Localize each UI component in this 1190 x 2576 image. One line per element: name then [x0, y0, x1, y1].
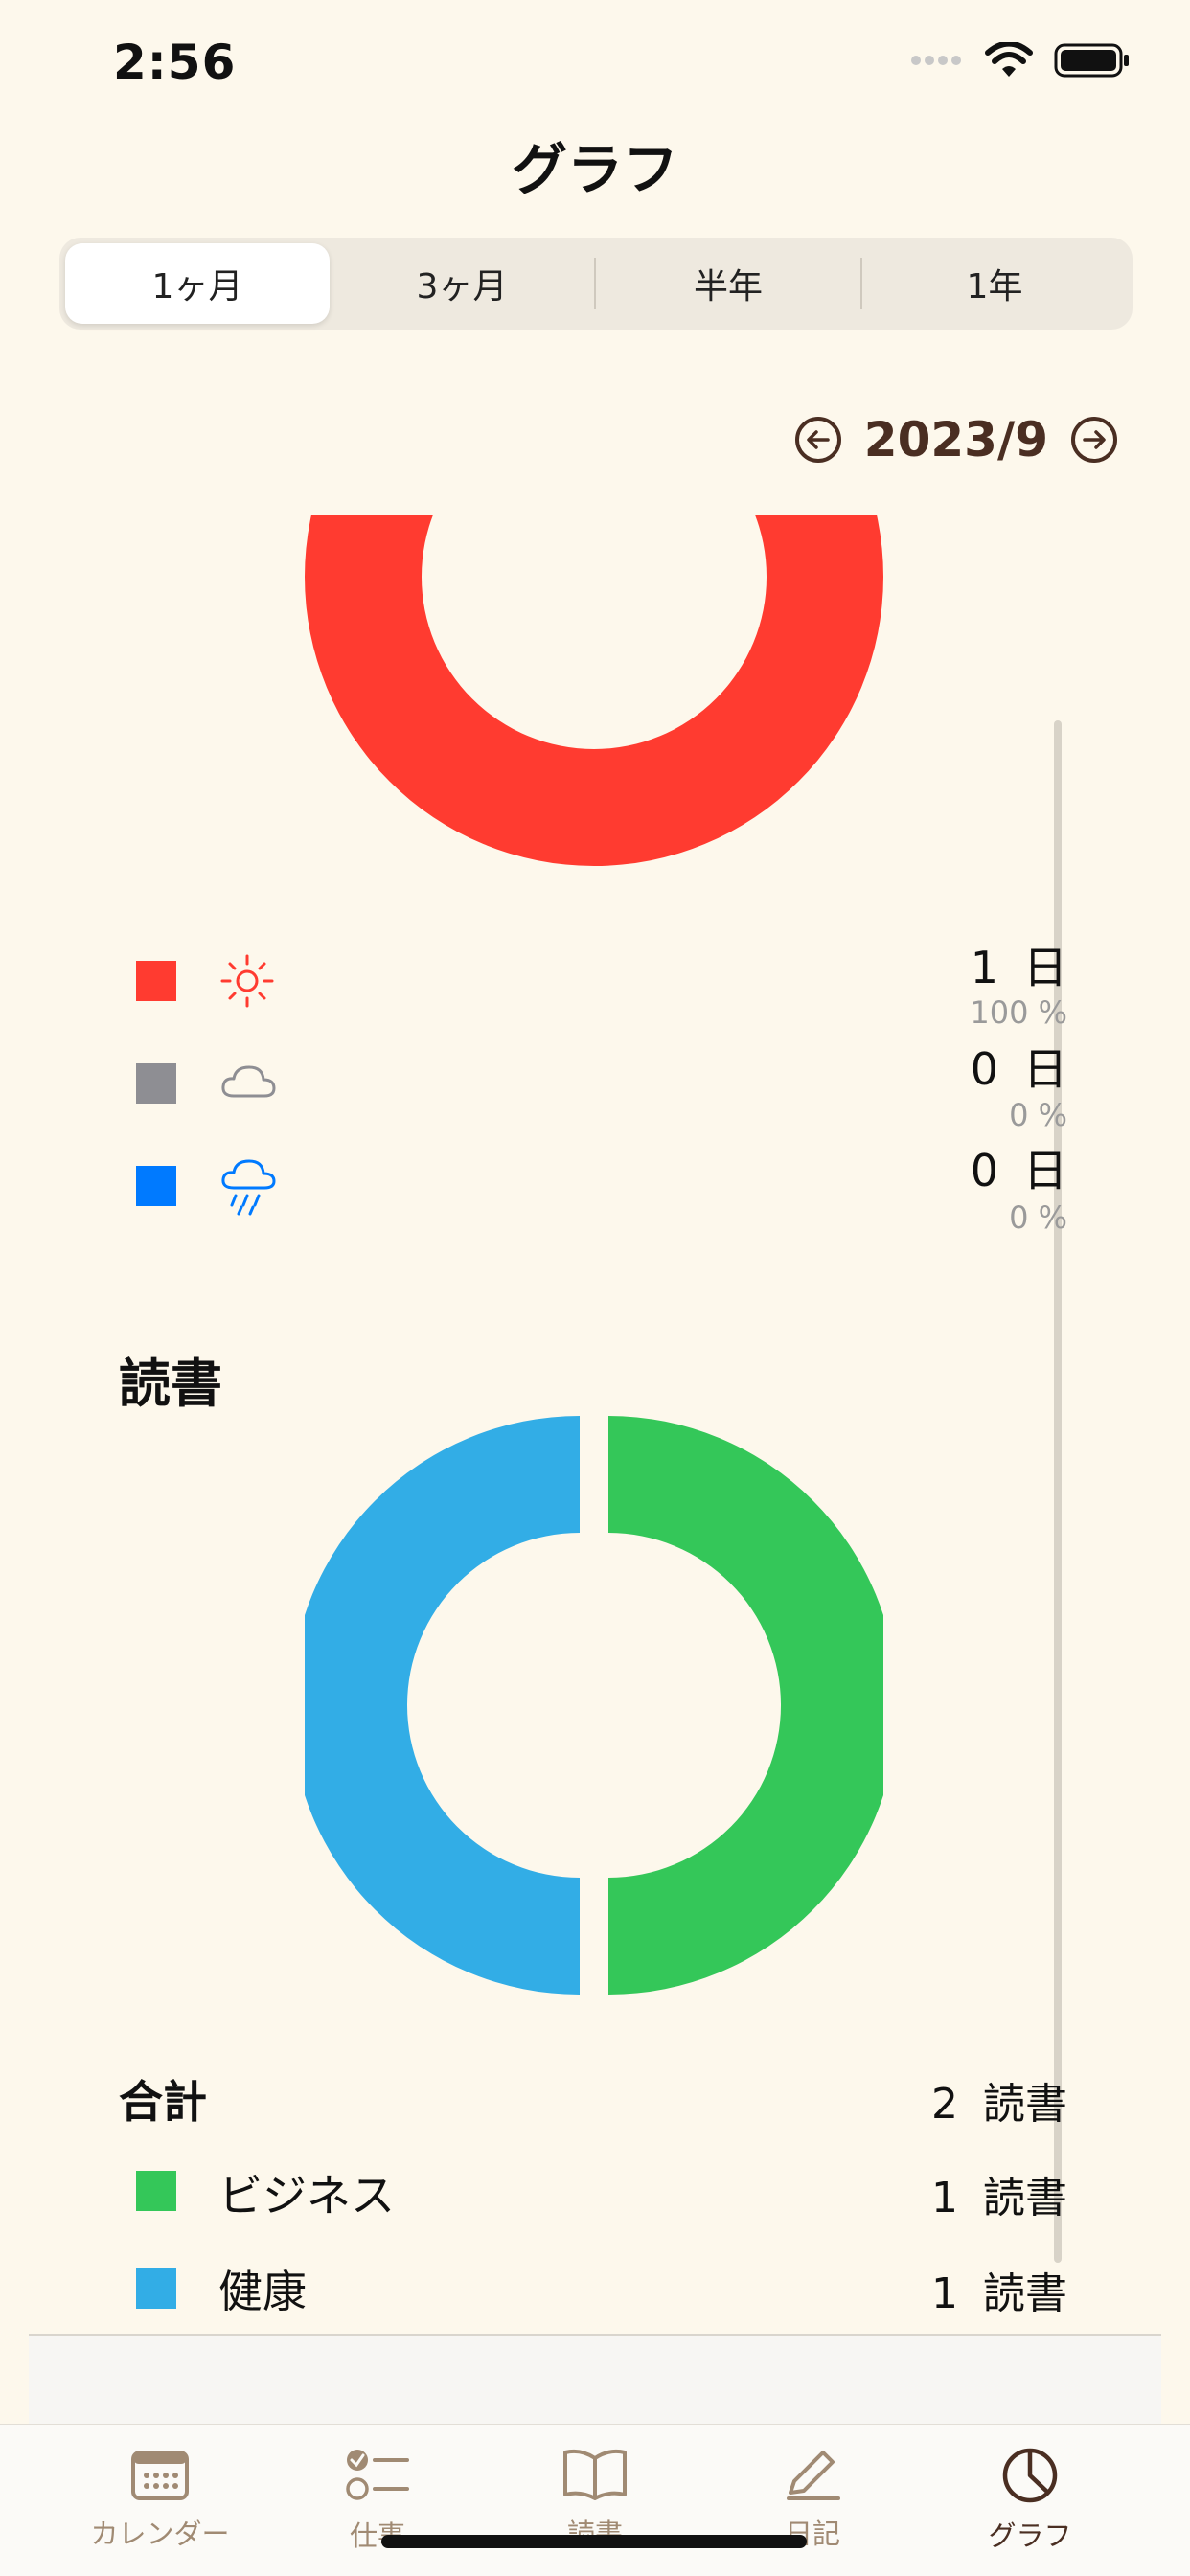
- pencil-icon: [787, 2451, 840, 2500]
- book-icon: [563, 2449, 627, 2500]
- weather-chart-viewport: [0, 515, 1190, 918]
- rain-icon: [221, 1159, 276, 1216]
- donut-slice-健康: [305, 1416, 580, 1995]
- segment-label: 半年: [693, 267, 763, 307]
- arrow-left-icon: [807, 430, 830, 449]
- segment-label: 1年: [966, 267, 1023, 307]
- legend-count: 0: [970, 1145, 998, 1197]
- legend-value-rainy: 0日: [971, 1136, 1067, 1199]
- legend-count: 1: [970, 942, 998, 993]
- legend-swatch-sunny: [136, 961, 176, 1001]
- legend-percent-cloudy: 0 %: [1009, 1097, 1067, 1133]
- reading-category-value: 1 読書: [931, 2163, 1067, 2224]
- reading-category-value: 1 読書: [931, 2259, 1067, 2320]
- checklist-icon: [346, 2450, 409, 2500]
- sun-icon: [220, 954, 274, 1008]
- category-count: 1: [931, 2269, 958, 2318]
- page-title: グラフ: [511, 137, 678, 202]
- cloud-icon: [221, 1065, 276, 1098]
- calendar-icon: [131, 2451, 189, 2500]
- legend-swatch-rainy: [136, 1166, 176, 1206]
- segment-3-months[interactable]: 3ヶ月: [330, 243, 594, 324]
- reading-section-title: 読書: [119, 1354, 222, 1414]
- signal-icon: [911, 56, 961, 65]
- home-indicator: [381, 2535, 807, 2548]
- reading-donut-chart: [305, 1416, 883, 1995]
- content-bottom-area: [29, 2334, 1161, 2426]
- period-segmented-control[interactable]: 1ヶ月 3ヶ月 半年 1年: [59, 238, 1133, 330]
- segment-1-month[interactable]: 1ヶ月: [65, 243, 330, 324]
- legend-value-sunny: 1日: [971, 933, 1067, 996]
- previous-month-button[interactable]: [794, 417, 841, 463]
- legend-count: 0: [970, 1043, 998, 1095]
- total-unit: 読書: [983, 2080, 1067, 2129]
- next-month-button[interactable]: [1071, 417, 1117, 463]
- date-navigator: 2023/9: [794, 412, 1117, 467]
- status-time: 2:56: [113, 34, 237, 90]
- tab-label: グラフ: [988, 2519, 1072, 2552]
- segment-label: 1ヶ月: [151, 267, 243, 307]
- weather-donut-chart: [305, 515, 883, 866]
- category-count: 1: [931, 2174, 958, 2223]
- battery-icon: [1054, 43, 1129, 78]
- reading-total-value: 2 読書: [931, 2069, 1067, 2131]
- legend-unit: 日: [1023, 1043, 1067, 1095]
- current-month-label: 2023/9: [863, 412, 1048, 467]
- reading-category-label: 健康: [218, 2266, 307, 2317]
- legend-unit: 日: [1023, 1145, 1067, 1197]
- legend-percent-rainy: 0 %: [1009, 1199, 1067, 1236]
- donut-slice-ビジネス: [608, 1416, 883, 1995]
- status-icons: [910, 42, 1131, 79]
- arrow-right-icon: [1083, 430, 1106, 449]
- total-count: 2: [931, 2080, 958, 2129]
- category-unit: 読書: [983, 2174, 1067, 2223]
- legend-value-cloudy: 0日: [971, 1035, 1067, 1098]
- segment-label: 3ヶ月: [416, 267, 508, 307]
- wifi-icon: [985, 42, 1033, 77]
- category-unit: 読書: [983, 2269, 1067, 2318]
- segment-half-year[interactable]: 半年: [596, 243, 860, 324]
- tab-calendar[interactable]: カレンダー: [41, 2447, 279, 2552]
- donut-slice-sunny: [305, 515, 883, 866]
- reading-swatch-health: [136, 2268, 176, 2309]
- segment-1-year[interactable]: 1年: [862, 243, 1127, 324]
- tab-label: カレンダー: [90, 2518, 230, 2550]
- reading-total-label: 合計: [119, 2076, 207, 2128]
- reading-category-label: ビジネス: [218, 2170, 395, 2222]
- tab-graph[interactable]: グラフ: [911, 2447, 1149, 2554]
- reading-swatch-business: [136, 2171, 176, 2211]
- legend-percent-sunny: 100 %: [970, 994, 1067, 1031]
- legend-swatch-cloudy: [136, 1063, 176, 1104]
- legend-unit: 日: [1023, 942, 1067, 993]
- pie-chart-icon: [1002, 2448, 1058, 2503]
